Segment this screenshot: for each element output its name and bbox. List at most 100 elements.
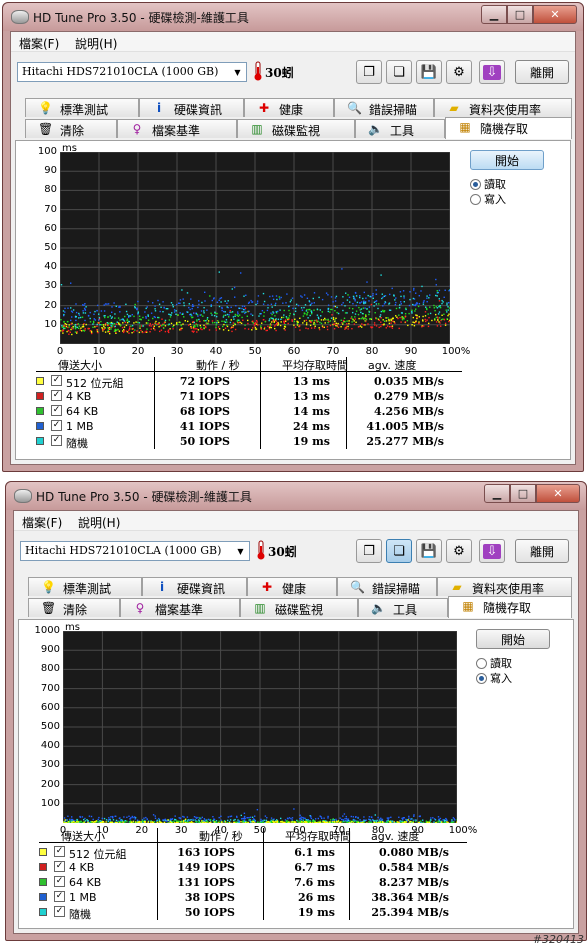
maximize-button[interactable]: □	[510, 484, 536, 503]
tab-benchmark[interactable]: 💡 標準測試	[25, 98, 139, 117]
maximize-button[interactable]: □	[507, 5, 533, 24]
download-button[interactable]: ⇩	[479, 539, 505, 563]
copy-all-button[interactable]: ❏	[386, 60, 412, 84]
copy-info-button[interactable]: ❐	[356, 60, 382, 84]
write-radio[interactable]: 寫入	[476, 670, 512, 686]
menu-file[interactable]: 檔案(F)	[22, 514, 62, 531]
tab-info[interactable]: i 硬碟資訊	[142, 577, 247, 596]
tab-random-access[interactable]: ▦ 隨機存取	[448, 596, 572, 618]
tab-tools[interactable]: 🔈 工具	[355, 119, 445, 138]
iops-value: 131 IOPS	[177, 876, 235, 889]
scatter-point	[179, 817, 182, 819]
scatter-point	[433, 821, 435, 823]
tab-folder-usage[interactable]: ▰ 資料夾使用率	[437, 577, 572, 596]
y-tick-label: 700	[40, 682, 60, 694]
tab-file-benchmark[interactable]: ♀ 檔案基準	[120, 598, 240, 617]
series-checkbox[interactable]: ✓	[51, 405, 62, 416]
scatter-point	[365, 819, 367, 821]
tab-erase[interactable]: 🗑 清除	[25, 119, 117, 138]
scatter-point	[125, 324, 128, 326]
minimize-button[interactable]: ▁	[484, 484, 510, 503]
series-checkbox[interactable]: ✓	[54, 891, 65, 902]
series-checkbox[interactable]: ✓	[51, 435, 62, 446]
scatter-point	[383, 303, 386, 305]
tab-file-benchmark[interactable]: ♀ 檔案基準	[117, 119, 237, 138]
menu-help[interactable]: 說明(H)	[75, 35, 117, 52]
start-button[interactable]: 開始	[470, 150, 544, 170]
options-button[interactable]: ⚙	[446, 60, 472, 84]
save-button[interactable]: 💾	[416, 539, 442, 563]
tab-health[interactable]: ✚ 健康	[247, 577, 337, 596]
series-checkbox[interactable]: ✓	[54, 846, 65, 857]
series-color-swatch	[39, 878, 47, 886]
read-radio[interactable]: 讀取	[470, 176, 506, 192]
scatter-point	[159, 324, 162, 327]
scatter-point	[76, 331, 78, 333]
scatter-point	[162, 311, 164, 313]
copy-info-button[interactable]: ❐	[356, 539, 382, 563]
series-checkbox[interactable]: ✓	[51, 420, 62, 431]
read-radio[interactable]: 讀取	[476, 655, 512, 671]
client-area: 檔案(F) 說明(H) Hitachi HDS721010CLA (1000 G…	[13, 510, 579, 934]
options-button[interactable]: ⚙	[446, 539, 472, 563]
scatter-point	[200, 822, 202, 823]
scatter-point	[416, 302, 418, 304]
scatter-point	[115, 329, 118, 331]
scatter-point	[109, 818, 111, 821]
menu-help[interactable]: 說明(H)	[78, 514, 120, 531]
scatter-point	[126, 318, 129, 320]
title-bar[interactable]: HD Tune Pro 3.50 - 硬碟檢測-維護工具 ▁ □ ✕	[6, 482, 586, 510]
tab-tools[interactable]: 🔈 工具	[358, 598, 448, 617]
scatter-point	[240, 814, 242, 817]
drive-select[interactable]: Hitachi HDS721010CLA (1000 GB) ▼	[17, 62, 247, 82]
scatter-point	[316, 308, 319, 310]
tab-error-scan[interactable]: 🔍 錯誤掃瞄	[337, 577, 437, 596]
exit-button[interactable]: 離開	[515, 60, 569, 84]
tab-random-access[interactable]: ▦ 隨機存取	[445, 117, 572, 139]
tab-health[interactable]: ✚ 健康	[244, 98, 334, 117]
scatter-point	[227, 816, 229, 818]
scatter-point	[341, 322, 343, 324]
tab-disk-monitor[interactable]: ▥ 磁碟監視	[240, 598, 358, 617]
scatter-point	[156, 821, 159, 823]
start-button[interactable]: 開始	[476, 629, 550, 649]
scatter-point	[178, 817, 180, 819]
scatter-point	[62, 330, 64, 332]
copy-icon: ❐	[363, 543, 375, 559]
series-checkbox[interactable]: ✓	[51, 375, 62, 386]
series-checkbox[interactable]: ✓	[54, 906, 65, 917]
write-radio[interactable]: 寫入	[470, 191, 506, 207]
tab-benchmark[interactable]: 💡 標準測試	[28, 577, 142, 596]
scatter-point	[84, 303, 86, 305]
scatter-point	[291, 320, 293, 322]
tab-disk-monitor[interactable]: ▥ 磁碟監視	[237, 119, 355, 138]
scatter-point	[115, 821, 117, 823]
download-button[interactable]: ⇩	[479, 60, 505, 84]
scatter-point	[213, 297, 215, 299]
scatter-point	[200, 310, 203, 312]
scatter-point	[89, 330, 91, 332]
series-checkbox[interactable]: ✓	[54, 876, 65, 887]
scatter-point	[274, 327, 276, 330]
transfer-size-label: 64 KB	[66, 405, 99, 418]
exit-button[interactable]: 離開	[515, 539, 569, 563]
scatter-point	[208, 329, 211, 331]
copy-all-button[interactable]: ❏	[386, 539, 412, 563]
scatter-point	[196, 820, 198, 823]
tab-erase[interactable]: 🗑 清除	[28, 598, 120, 617]
tab-error-scan[interactable]: 🔍 錯誤掃瞄	[334, 98, 434, 117]
minimize-button[interactable]: ▁	[481, 5, 507, 24]
save-button[interactable]: 💾	[416, 60, 442, 84]
close-button[interactable]: ✕	[536, 484, 580, 503]
scatter-point	[231, 330, 233, 333]
drive-select[interactable]: Hitachi HDS721010CLA (1000 GB) ▼	[20, 541, 250, 561]
scatter-point	[363, 324, 365, 326]
close-button[interactable]: ✕	[533, 5, 577, 24]
menu-file[interactable]: 檔案(F)	[19, 35, 59, 52]
title-bar[interactable]: HD Tune Pro 3.50 - 硬碟檢測-維護工具 ▁ □ ✕	[3, 3, 583, 31]
series-checkbox[interactable]: ✓	[51, 390, 62, 401]
tab-info[interactable]: i 硬碟資訊	[139, 98, 244, 117]
tab-folder-usage[interactable]: ▰ 資料夾使用率	[434, 98, 572, 117]
series-checkbox[interactable]: ✓	[54, 861, 65, 872]
scatter-point	[111, 306, 113, 308]
